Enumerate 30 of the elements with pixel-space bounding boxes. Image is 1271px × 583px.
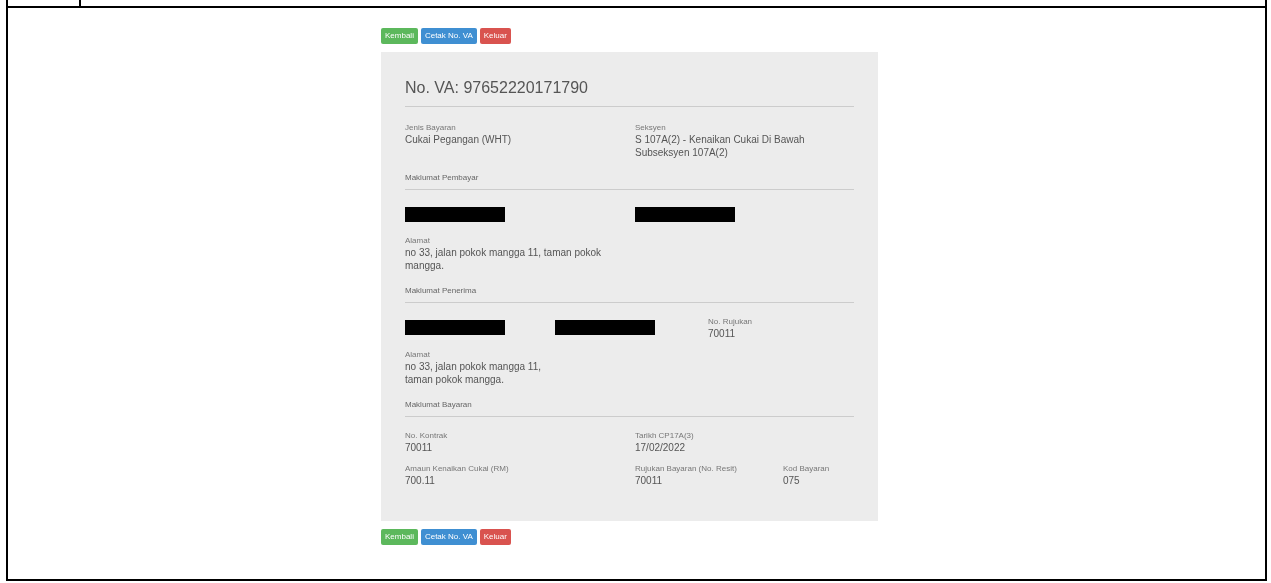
field-label: Alamat xyxy=(405,350,431,360)
field-label: Jenis Bayaran xyxy=(405,123,457,133)
field-label: Tarikh CP17A(3) xyxy=(635,431,695,441)
section-heading: Maklumat Bayaran xyxy=(405,400,473,411)
exit-button[interactable]: Keluar xyxy=(479,529,511,545)
field-label: Rujukan Bayaran (No. Resit) xyxy=(635,464,738,474)
field-value: Cukai Pegangan (WHT) xyxy=(405,133,513,146)
field-label: Seksyen xyxy=(635,123,667,133)
field-value: 70011 xyxy=(635,474,664,487)
print-button[interactable]: Cetak No. VA xyxy=(420,28,477,44)
field-label: No. Rujukan xyxy=(708,317,754,327)
field-label: No. Kontrak xyxy=(405,431,449,441)
print-button[interactable]: Cetak No. VA xyxy=(420,529,477,545)
field-value: 700.11 xyxy=(405,474,436,487)
field-value: 70011 xyxy=(708,327,737,340)
field-value: no 33, jalan pokok mangga 11, taman pokok mangga. xyxy=(405,360,543,386)
back-button[interactable]: Kembali xyxy=(381,28,418,44)
field-value: no 33, jalan pokok mangga 11, taman pokok mangga. xyxy=(405,246,603,272)
field-label: Amaun Kenaikan Cukai (RM) xyxy=(405,464,510,474)
field-value: 075 xyxy=(783,474,801,487)
section-heading: Maklumat Pembayar xyxy=(405,173,480,184)
va-number-title: No. VA: 97652220171790 xyxy=(405,78,589,98)
exit-button[interactable]: Keluar xyxy=(479,28,511,44)
field-value: 17/02/2022 xyxy=(635,441,687,454)
field-label: Alamat xyxy=(405,236,431,246)
section-heading: Maklumat Penerima xyxy=(405,286,478,297)
field-value: 70011 xyxy=(405,441,434,454)
back-button[interactable]: Kembali xyxy=(381,529,418,545)
field-value: S 107A(2) - Kenaikan Cukai Di Bawah Subseksyen 107A(2) xyxy=(635,133,806,159)
field-label: Kod Bayaran xyxy=(783,464,831,474)
